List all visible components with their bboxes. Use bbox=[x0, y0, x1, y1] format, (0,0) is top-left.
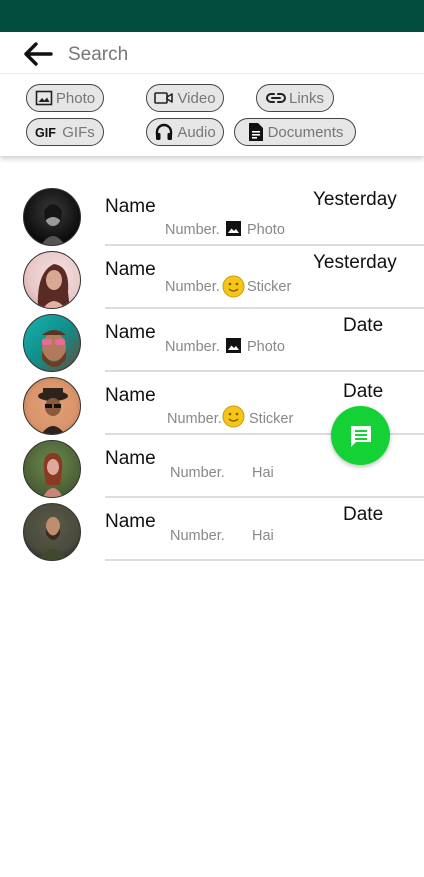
chat-name: Name bbox=[105, 511, 156, 532]
smiley-icon bbox=[222, 405, 245, 428]
filter-chip-links[interactable]: Links bbox=[256, 84, 334, 112]
row-divider bbox=[105, 496, 424, 498]
chat-date: Date bbox=[343, 504, 384, 525]
document-icon bbox=[248, 123, 263, 141]
filter-chip-photo[interactable]: Photo bbox=[26, 84, 104, 112]
image-icon bbox=[226, 221, 241, 236]
avatar bbox=[23, 503, 81, 561]
filter-chip-audio[interactable]: Audio bbox=[146, 118, 224, 146]
chat-number: Number. bbox=[170, 465, 225, 481]
chat-icon bbox=[350, 425, 371, 447]
status-bar bbox=[0, 0, 424, 32]
chat-number: Number. bbox=[165, 222, 220, 238]
chat-row[interactable]: Name Date Number. Hai bbox=[0, 499, 424, 562]
filter-chip-label: Video bbox=[177, 89, 216, 107]
headphones-icon bbox=[156, 123, 173, 140]
avatar bbox=[23, 188, 81, 246]
row-divider bbox=[105, 307, 424, 309]
filter-chip-documents[interactable]: Documents bbox=[234, 118, 356, 146]
filter-chip-label: Audio bbox=[177, 123, 216, 141]
chat-name: Name bbox=[105, 322, 156, 343]
filter-chip-label: Links bbox=[288, 89, 325, 107]
back-button[interactable] bbox=[22, 40, 54, 68]
avatar bbox=[23, 251, 81, 309]
chat-number: Number. bbox=[167, 411, 222, 427]
arrow-left-icon bbox=[24, 42, 53, 66]
chat-date: Yesterday bbox=[313, 189, 397, 210]
filter-chip-label: Documents bbox=[267, 123, 344, 141]
search-header: Photo Video Links GIF GIFs Audio bbox=[0, 32, 424, 156]
image-icon bbox=[226, 338, 241, 353]
link-icon bbox=[266, 93, 286, 103]
chat-name: Name bbox=[105, 196, 156, 217]
filter-chip-video[interactable]: Video bbox=[146, 84, 224, 112]
chat-number: Number. bbox=[165, 279, 220, 295]
chat-date: Date bbox=[343, 315, 384, 336]
chat-row[interactable]: Name Yesterday Number. Sticker bbox=[0, 247, 424, 310]
avatar bbox=[23, 440, 81, 498]
svg-text:GIF: GIF bbox=[35, 126, 56, 139]
gif-icon: GIF bbox=[35, 126, 56, 139]
chat-name: Name bbox=[105, 385, 156, 406]
chat-message: Sticker bbox=[249, 411, 294, 427]
header-divider bbox=[0, 73, 424, 74]
chat-date: Yesterday bbox=[313, 252, 397, 273]
avatar bbox=[23, 377, 81, 435]
video-icon bbox=[154, 92, 174, 104]
avatar bbox=[23, 314, 81, 372]
row-divider bbox=[105, 370, 424, 372]
chat-message: Photo bbox=[247, 339, 285, 355]
filter-chip-label: Photo bbox=[55, 89, 96, 107]
row-divider bbox=[105, 244, 424, 246]
filter-chip-label: GIFs bbox=[62, 123, 95, 141]
chat-name: Name bbox=[105, 448, 156, 469]
filter-chip-gifs[interactable]: GIF GIFs bbox=[26, 118, 104, 146]
chat-number: Number. bbox=[165, 339, 220, 355]
chat-row[interactable]: Name Date Number. Photo bbox=[0, 310, 424, 373]
chat-message: Photo bbox=[247, 222, 285, 238]
chat-name: Name bbox=[105, 259, 156, 280]
chat-row[interactable]: Name Yesterday Number. Photo bbox=[0, 184, 424, 247]
row-divider bbox=[105, 559, 424, 561]
new-chat-button[interactable] bbox=[331, 406, 390, 465]
image-icon bbox=[35, 90, 53, 106]
smiley-icon bbox=[222, 275, 245, 298]
chat-message: Hai bbox=[252, 465, 274, 481]
chat-number: Number. bbox=[170, 528, 225, 544]
chat-date: Date bbox=[343, 381, 384, 402]
chat-message: Sticker bbox=[247, 279, 292, 295]
search-input[interactable] bbox=[68, 42, 398, 68]
chat-message: Hai bbox=[252, 528, 274, 544]
